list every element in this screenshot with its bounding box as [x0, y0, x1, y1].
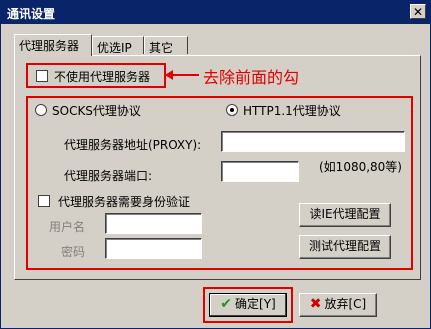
- read-ie-proxy-button[interactable]: 读IE代理配置: [299, 203, 391, 227]
- proxy-address-input[interactable]: [221, 131, 405, 152]
- annotation-text: 去除前面的勾: [203, 68, 300, 87]
- annotation-arrow-line: [169, 74, 199, 76]
- http-label: HTTP1.1代理协议: [243, 104, 341, 118]
- ok-button[interactable]: ✔ 确定[Y]: [209, 293, 287, 317]
- username-input[interactable]: [105, 213, 202, 234]
- ok-label: 确定[Y]: [235, 297, 276, 311]
- cancel-button[interactable]: ✖ 放弃[C]: [299, 293, 377, 317]
- close-icon: ✕: [412, 5, 424, 19]
- http-radio[interactable]: [226, 104, 238, 116]
- tab-other[interactable]: 其它: [144, 36, 188, 55]
- tab-preferred-ip[interactable]: 优选IP: [92, 36, 144, 55]
- proxy-port-label: 代理服务器端口:: [64, 169, 153, 183]
- no-proxy-checkbox[interactable]: [36, 70, 48, 82]
- checkmark-icon: ✔: [220, 296, 233, 312]
- proxy-address-label: 代理服务器地址(PROXY):: [64, 138, 202, 152]
- close-button[interactable]: ✕: [410, 4, 426, 19]
- proxy-port-input[interactable]: [221, 161, 299, 182]
- tab-label: 代理服务器: [19, 39, 80, 53]
- radio-selected-dot: [230, 108, 234, 112]
- socks-label: SOCKS代理协议: [52, 104, 141, 118]
- password-label: 密码: [61, 245, 86, 259]
- dialog-window: 通讯设置 ✕ 代理服务器 优选IP 其它 不使用代理服务器 去除前面的勾 SOC…: [0, 0, 431, 329]
- test-proxy-button[interactable]: 测试代理配置: [299, 235, 391, 259]
- no-proxy-label: 不使用代理服务器: [54, 70, 151, 84]
- cross-icon: ✖: [309, 296, 322, 312]
- window-title: 通讯设置: [7, 7, 56, 21]
- socks-radio[interactable]: [35, 104, 47, 116]
- username-label: 用户名: [49, 220, 86, 234]
- auth-label: 代理服务器需要身份验证: [58, 195, 191, 209]
- password-input[interactable]: [105, 238, 202, 259]
- cancel-label: 放弃[C]: [324, 297, 367, 311]
- auth-checkbox[interactable]: [38, 195, 50, 207]
- title-bar[interactable]: 通讯设置 ✕: [1, 1, 430, 24]
- tab-label: 优选IP: [97, 41, 132, 55]
- tab-label: 其它: [149, 41, 174, 55]
- tab-proxy-server[interactable]: 代理服务器: [14, 34, 92, 56]
- proxy-port-hint: (如1080,80等): [319, 160, 402, 174]
